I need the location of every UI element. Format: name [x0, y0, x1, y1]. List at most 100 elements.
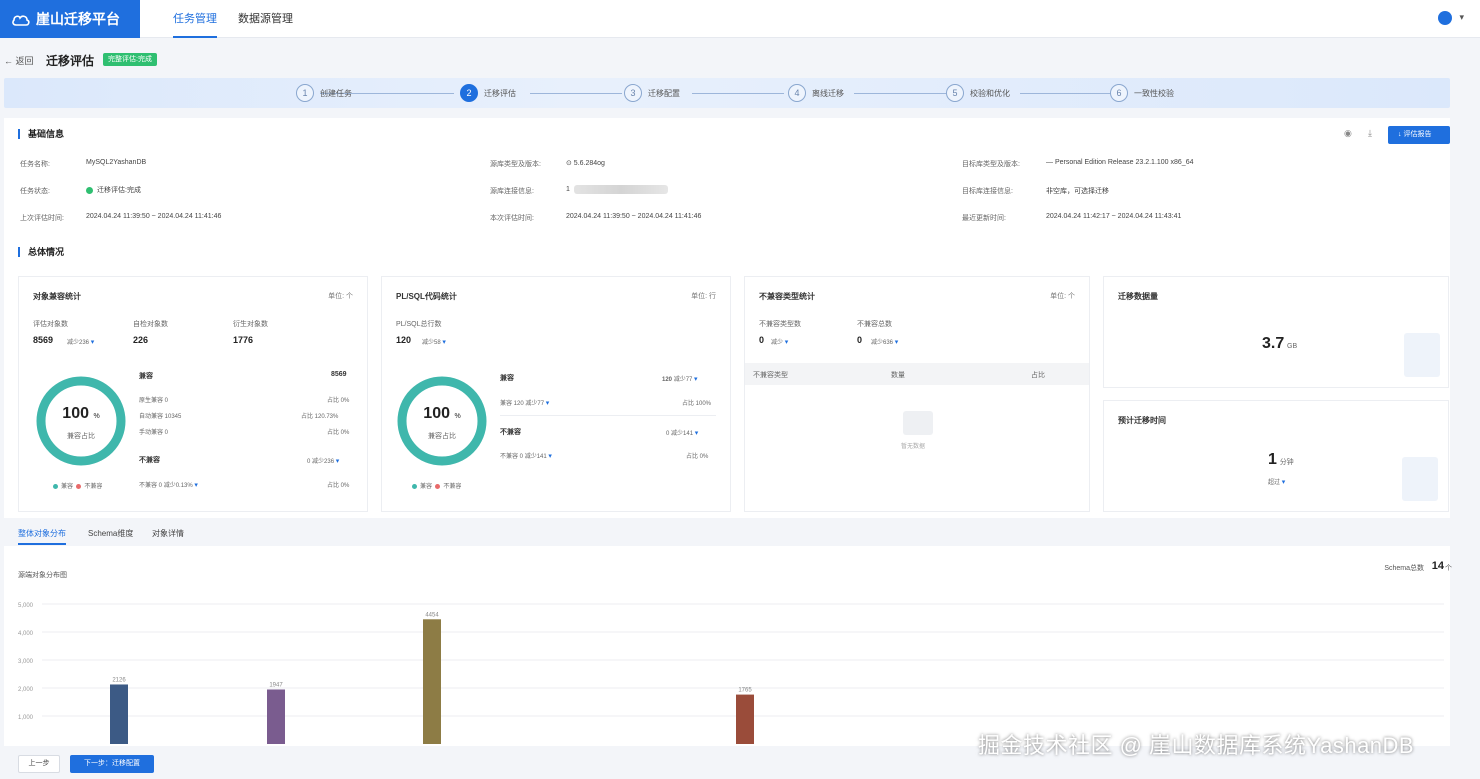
compat-value: 8569: [331, 371, 347, 378]
object-compat-card: 对象兼容统计 单位: 个 评估对象数 8569 减少236 ▾ 自检对象数 22…: [18, 276, 368, 512]
card-unit: 单位: 行: [691, 293, 716, 300]
step-number: 6: [1110, 84, 1128, 102]
compat-row-label: 兼容 120: [500, 401, 524, 407]
incompat-row: 不兼容 0 减少0.13% ▾: [139, 480, 198, 489]
download-icon[interactable]: ⤓: [1368, 128, 1372, 139]
estimated-time-sub-text: 超过: [1268, 480, 1281, 486]
caret-down-icon: ▾: [545, 400, 550, 407]
compat-value: 120 减少77 ▾: [662, 374, 698, 383]
metric-label: 不兼容总数: [857, 321, 892, 328]
legend: 兼容 不兼容: [53, 481, 102, 490]
target-version-value: — Personal Edition Release 23.2.1.100 x8…: [1046, 159, 1194, 166]
step-offline-migration[interactable]: 4 离线迁移: [788, 84, 844, 102]
incompat-type-card: 不兼容类型统计 单位: 个 不兼容类型数 0 减少 ▾ 不兼容总数 0 减少63…: [744, 276, 1090, 512]
nav-tab-datasource-management[interactable]: 数据源管理: [238, 0, 293, 38]
step-number: 5: [946, 84, 964, 102]
field-label: 源库类型及版本:: [490, 161, 541, 168]
back-link[interactable]: ← 返回: [4, 54, 34, 67]
step-label: 校验和优化: [970, 88, 1010, 98]
card-unit: 单位: 个: [1050, 293, 1075, 300]
bar-value-label: 2126: [112, 677, 126, 683]
task-status-text: 迁移评估:完成: [97, 187, 141, 194]
empty-data-icon: [903, 411, 933, 435]
step-label: 迁移评估: [484, 88, 516, 98]
migration-data-size-card: 迁移数据量 3.7 GB: [1103, 276, 1449, 388]
step-migration-config[interactable]: 3 迁移配置: [624, 84, 680, 102]
metric-value: 0: [759, 335, 765, 345]
compat-number: 120: [662, 377, 673, 383]
incompat-row-ratio: 占比 0%: [327, 483, 350, 489]
step-create-task[interactable]: 1 创建任务: [296, 84, 352, 102]
app-logo[interactable]: 崖山迁移平台: [0, 0, 140, 38]
ring-number: 100: [423, 405, 450, 422]
ring-center: 100 % 兼容占比: [396, 375, 488, 467]
plsql-ring-chart: 100 % 兼容占比: [396, 375, 488, 467]
metric-sub: 减少636 ▾: [871, 337, 898, 346]
target-connection-value: 非空库，可选择迁移: [1046, 188, 1109, 195]
step-verify-optimize[interactable]: 5 校验和优化: [946, 84, 1010, 102]
tab-object-details[interactable]: 对象详情: [152, 528, 184, 539]
tab-overall-distribution[interactable]: 整体对象分布: [18, 528, 66, 545]
field-label: 任务状态:: [20, 188, 50, 195]
status-dot: [86, 186, 93, 194]
redacted-connection-info: [574, 185, 668, 194]
estimated-time-unit: 分钟: [1279, 459, 1294, 466]
metric-sub: 减少 ▾: [771, 337, 788, 346]
ring-unit: %: [454, 413, 461, 420]
user-avatar[interactable]: [1438, 11, 1452, 25]
caret-down-icon: ▾: [194, 482, 198, 489]
chart-bar[interactable]: [110, 684, 128, 744]
caret-down-icon: ▾: [694, 430, 699, 437]
chevron-down-icon[interactable]: ▾: [1459, 12, 1464, 23]
compat-row-ratio: 占比 0%: [327, 398, 350, 404]
ring-label: 兼容占比: [428, 433, 456, 440]
incompat-row-label: 不兼容 0: [139, 483, 163, 489]
compat-label: 兼容: [139, 373, 153, 380]
step-consistency-check[interactable]: 6 一致性校验: [1110, 84, 1174, 102]
table-header: 不兼容类型 数量 占比: [745, 363, 1089, 385]
metric-value: 1776: [233, 335, 254, 345]
incompat-row: 不兼容 0 减少141 ▾: [500, 451, 552, 460]
chart-bar[interactable]: [736, 694, 754, 744]
compat-row-label: 原生兼容 0: [139, 398, 169, 404]
step-migration-assessment[interactable]: 2 迁移评估: [460, 84, 516, 102]
current-assessment-time: 2024.04.24 11:39:50 ~ 2024.04.24 11:41:4…: [566, 213, 702, 220]
card-title: 对象兼容统计: [33, 292, 81, 301]
step-connector: [854, 93, 946, 94]
caret-down-icon: ▾: [694, 376, 698, 383]
compat-sub: 减少77: [673, 377, 693, 383]
incompat-label: 不兼容: [500, 429, 521, 436]
step-connector: [1020, 93, 1112, 94]
schema-count-value: 14: [1431, 560, 1444, 572]
schema-count-unit: 个: [1445, 565, 1452, 572]
watermark: 掘金技术社区 @ 崖山数据库系统YashanDB: [978, 733, 1415, 758]
metric-value: 226: [133, 335, 149, 345]
metric-value: 0: [857, 335, 863, 345]
last-assessment-time: 2024.04.24 11:39:50 ~ 2024.04.24 11:41:4…: [86, 213, 222, 220]
assessment-report-button[interactable]: ↓ 评估报告: [1388, 126, 1450, 144]
metric-sub: 减少236 ▾: [67, 337, 94, 346]
task-status-value: 迁移评估:完成: [86, 185, 141, 195]
prev-step-button[interactable]: 上一步: [18, 755, 60, 773]
chart-bar[interactable]: [267, 689, 285, 744]
estimated-time-number: 1: [1268, 451, 1277, 468]
compat-row-label: 自动兼容 10345: [139, 414, 182, 420]
tab-schema-dimension[interactable]: Schema维度: [88, 528, 133, 539]
incompat-value: 0 减少141 ▾: [666, 428, 698, 437]
eye-icon[interactable]: ◉: [1344, 128, 1352, 139]
divider: [500, 415, 716, 416]
chart-title: 源端对象分布图: [18, 572, 67, 579]
metric-value: 8569: [33, 335, 54, 345]
estimated-time-value: 1 分钟: [1268, 451, 1294, 469]
app-name: 崖山迁移平台: [36, 11, 120, 27]
data-size-unit: GB: [1287, 343, 1298, 350]
nav-tab-task-management[interactable]: 任务管理: [173, 0, 217, 38]
chart-bar[interactable]: [423, 619, 441, 744]
card-unit: 单位: 个: [328, 293, 353, 300]
column-header: 占比: [1031, 372, 1045, 379]
plsql-card: PL/SQL代码统计 单位: 行 PL/SQL总行数 120 减少58 ▾ 10…: [381, 276, 731, 512]
legend-dot: [76, 483, 82, 489]
next-step-button[interactable]: 下一步：迁移配置: [70, 755, 154, 773]
metric-label: 衍生对象数: [233, 321, 268, 328]
cloud-icon: [12, 15, 30, 26]
